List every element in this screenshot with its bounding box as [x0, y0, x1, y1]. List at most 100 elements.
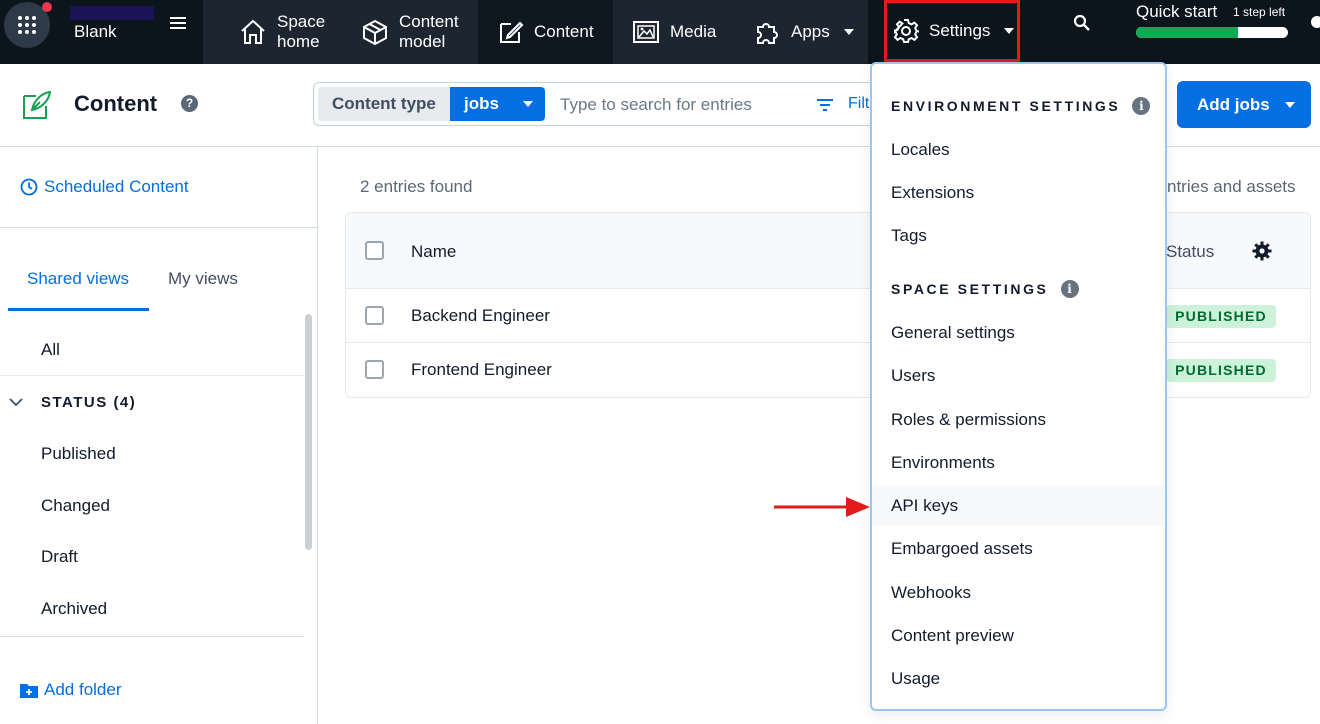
column-header-status[interactable]: Status — [1166, 242, 1214, 262]
quick-start-title[interactable]: Quick start — [1136, 2, 1217, 22]
add-entry-button[interactable]: Add jobs — [1177, 81, 1311, 128]
menu-item-tags[interactable]: Tags — [872, 216, 1165, 256]
sidebar-scrollbar[interactable] — [305, 314, 312, 550]
divider — [0, 636, 304, 637]
chevron-down-icon — [523, 101, 533, 107]
section-header-label: ENVIRONMENT SETTINGS — [891, 98, 1121, 114]
quick-start-toggle[interactable] — [1311, 16, 1320, 28]
menu-item-roles-permissions[interactable]: Roles & permissions — [872, 400, 1165, 440]
scheduled-content-label: Scheduled Content — [44, 177, 189, 196]
top-nav: Blank Space home Content model Content M… — [0, 0, 1320, 64]
grid-icon — [18, 16, 36, 34]
cube-icon — [363, 19, 387, 46]
menu-item-locales[interactable]: Locales — [872, 130, 1165, 170]
nav-content[interactable]: Content — [478, 0, 613, 64]
info-icon[interactable]: i — [1132, 97, 1151, 115]
nav-label: Media — [670, 22, 717, 41]
entries-assets-note: ntries and assets — [1167, 177, 1296, 196]
status-folder-header[interactable]: STATUS (4) — [41, 394, 136, 411]
column-header-name[interactable]: Name — [411, 242, 456, 262]
views-sidebar: Scheduled Content Shared views My views … — [0, 147, 318, 724]
nav-media[interactable]: Media — [632, 0, 716, 64]
info-icon[interactable]: i — [1060, 280, 1079, 298]
menu-item-users[interactable]: Users — [872, 356, 1165, 396]
section-header-space: SPACE SETTINGS i — [891, 280, 1079, 298]
app-switcher-button[interactable] — [4, 2, 52, 48]
menu-item-environments[interactable]: Environments — [872, 443, 1165, 483]
add-folder-button[interactable]: Add folder — [20, 680, 122, 700]
tab-shared-views[interactable]: Shared views — [27, 269, 129, 289]
view-item-changed[interactable]: Changed — [41, 496, 110, 516]
views-list: All STATUS (4) Published Changed Draft A… — [0, 311, 304, 636]
nav-label-line1: Space — [277, 12, 326, 31]
pencil-square-icon — [500, 21, 524, 43]
search-icon[interactable] — [1072, 13, 1092, 33]
menu-item-content-preview[interactable]: Content preview — [872, 616, 1165, 656]
quick-start-progress — [1136, 27, 1288, 38]
space-color-block — [70, 6, 154, 20]
view-item-archived[interactable]: Archived — [41, 599, 107, 619]
settings-dropdown-menu: ENVIRONMENT SETTINGS i Locales Extension… — [870, 62, 1167, 711]
row-checkbox[interactable] — [365, 360, 384, 379]
chevron-down-icon[interactable] — [9, 395, 23, 409]
entry-name[interactable]: Backend Engineer — [411, 306, 550, 326]
content-type-select[interactable]: jobs — [450, 87, 545, 121]
select-all-checkbox[interactable] — [365, 241, 384, 260]
add-entry-label: Add jobs — [1197, 95, 1270, 114]
clock-icon — [20, 178, 38, 196]
menu-item-embargoed-assets[interactable]: Embargoed assets — [872, 529, 1165, 569]
add-folder-label: Add folder — [44, 680, 122, 699]
content-type-value: jobs — [464, 94, 499, 113]
gear-icon — [893, 19, 919, 43]
annotation-arrow-icon — [774, 497, 870, 517]
nav-label: Apps — [791, 22, 830, 41]
menu-item-api-keys[interactable]: API keys — [872, 486, 1165, 526]
quick-start-progress-fill — [1136, 27, 1238, 38]
nav-content-model[interactable]: Content model — [361, 0, 459, 64]
puzzle-icon — [757, 23, 778, 44]
nav-settings[interactable]: Settings — [884, 0, 1020, 62]
notification-dot — [42, 2, 52, 12]
divider — [0, 375, 304, 376]
filter-button[interactable]: Filt — [848, 95, 869, 113]
content-type-label: Content type — [318, 87, 450, 121]
status-badge: PUBLISHED — [1166, 305, 1276, 328]
filter-icon[interactable] — [816, 98, 834, 112]
nav-label: Content — [534, 22, 594, 41]
chevron-down-icon — [843, 29, 854, 35]
tab-my-views[interactable]: My views — [168, 269, 238, 289]
view-item-published[interactable]: Published — [41, 444, 116, 464]
menu-item-webhooks[interactable]: Webhooks — [872, 573, 1165, 613]
hamburger-menu-icon[interactable] — [168, 14, 188, 32]
view-item-all[interactable]: All — [41, 340, 60, 360]
quick-start-subtitle: 1 step left — [1233, 5, 1286, 19]
folder-plus-icon — [20, 684, 38, 698]
space-name[interactable]: Blank — [74, 22, 117, 42]
menu-item-general-settings[interactable]: General settings — [872, 313, 1165, 353]
section-header-environment: ENVIRONMENT SETTINGS i — [891, 97, 1151, 115]
home-icon — [241, 19, 265, 44]
scheduled-content-link[interactable]: Scheduled Content — [20, 177, 189, 197]
entry-search-bar: Content type jobs Type to search for ent… — [313, 82, 883, 126]
image-icon — [633, 21, 659, 43]
entry-name[interactable]: Frontend Engineer — [411, 360, 552, 380]
divider — [0, 227, 317, 228]
help-icon[interactable]: ? — [181, 95, 198, 112]
view-item-draft[interactable]: Draft — [41, 547, 78, 567]
menu-item-usage[interactable]: Usage — [872, 659, 1165, 699]
gear-icon[interactable] — [1252, 241, 1272, 261]
nav-label-line2: home — [277, 32, 320, 51]
nav-label-line2: model — [399, 32, 446, 51]
row-checkbox[interactable] — [365, 306, 384, 325]
section-header-label: SPACE SETTINGS — [891, 281, 1049, 297]
menu-item-extensions[interactable]: Extensions — [872, 173, 1165, 213]
chevron-down-icon — [1004, 28, 1015, 34]
main-nav: Space home Content model Content Media A… — [203, 0, 868, 64]
search-input[interactable]: Type to search for entries — [560, 95, 752, 115]
nav-label: Settings — [929, 21, 991, 40]
page-title: Content — [74, 91, 158, 116]
entries-count: 2 entries found — [360, 177, 473, 196]
nav-space-home[interactable]: Space home — [239, 0, 325, 64]
chevron-down-icon — [1285, 102, 1295, 108]
nav-apps[interactable]: Apps — [753, 0, 854, 64]
